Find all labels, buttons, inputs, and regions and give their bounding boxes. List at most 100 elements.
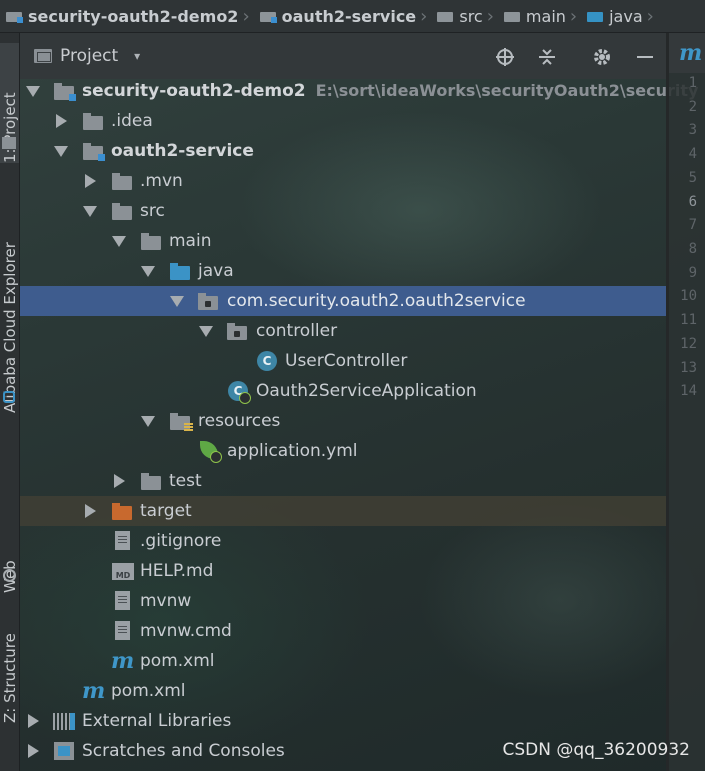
tree-item-main[interactable]: main: [20, 226, 666, 256]
spring-boot-class-icon: C: [228, 381, 251, 404]
maven-icon: m: [82, 678, 106, 704]
chevron-right-icon: ›: [569, 5, 578, 27]
tree-item-oauth2-service[interactable]: oauth2-service: [20, 136, 666, 166]
line-number: 8: [688, 241, 697, 257]
editor-gutter: [669, 33, 705, 771]
collapse-arrow-icon[interactable]: [85, 504, 96, 518]
expand-arrow-icon[interactable]: [199, 326, 213, 337]
spring-config-icon: [200, 441, 222, 463]
tree-item-src[interactable]: src: [20, 196, 666, 226]
chevron-right-icon: ›: [486, 5, 494, 27]
editor-tab-pom[interactable]: m: [669, 33, 705, 73]
alibaba-cloud-icon: [3, 391, 15, 403]
chevron-right-icon: ›: [646, 5, 654, 27]
folder-icon: [112, 173, 132, 190]
markdown-file-icon: MD: [112, 563, 134, 580]
tree-item-application-yml[interactable]: application.yml: [20, 436, 666, 466]
line-number: 7: [688, 217, 697, 233]
tree-item-help-md[interactable]: MD HELP.md: [20, 556, 666, 586]
collapse-arrow-icon[interactable]: [28, 714, 39, 728]
module-folder-icon: [259, 10, 277, 23]
line-number: 2: [688, 99, 697, 115]
folder-icon: [112, 203, 132, 220]
collapse-arrow-icon[interactable]: [85, 174, 96, 188]
module-folder-icon: [54, 83, 76, 101]
expand-arrow-icon[interactable]: [141, 416, 155, 427]
breadcrumb-item-module[interactable]: oauth2-service: [254, 7, 416, 26]
expand-arrow-icon[interactable]: [170, 296, 184, 307]
package-icon: [227, 323, 247, 340]
maven-icon: m: [111, 648, 135, 674]
source-folder-icon: [587, 10, 604, 22]
tool-window-strip: 1: Project Alibaba Cloud Explorer Web Z:…: [0, 33, 20, 771]
tree-item-resources[interactable]: resources: [20, 406, 666, 436]
tool-tab-alibaba-cloud[interactable]: Alibaba Cloud Explorer: [0, 191, 19, 413]
tree-item-controller[interactable]: controller: [20, 316, 666, 346]
scratches-icon: [54, 742, 74, 760]
collapse-arrow-icon[interactable]: [28, 744, 39, 758]
folder-icon: [83, 113, 103, 130]
text-file-icon: [115, 531, 130, 550]
project-view-title[interactable]: Project: [60, 46, 118, 66]
breadcrumb-item-src[interactable]: src: [431, 7, 483, 26]
package-icon: [198, 293, 218, 310]
text-file-icon: [115, 621, 130, 640]
folder-icon: [503, 10, 520, 22]
project-tree: security-oauth2-demo2 E:\sort\ideaWorks\s…: [20, 76, 698, 771]
project-path: E:\sort\ideaWorks\securityOauth2\securit…: [315, 81, 699, 100]
expand-arrow-icon[interactable]: [141, 266, 155, 277]
line-number: 9: [688, 265, 697, 281]
source-folder-icon: [170, 263, 190, 280]
tree-item-mvnw-cmd[interactable]: mvnw.cmd: [20, 616, 666, 646]
line-number: 1: [688, 75, 697, 91]
class-icon: C: [257, 351, 277, 371]
tree-item-test[interactable]: test: [20, 466, 666, 496]
line-number: 4: [688, 146, 697, 162]
tree-item-gitignore[interactable]: .gitignore: [20, 526, 666, 556]
collapse-all-icon[interactable]: [536, 47, 558, 67]
line-number: 13: [680, 360, 697, 376]
collapse-arrow-icon[interactable]: [114, 474, 125, 488]
resources-folder-icon: [170, 413, 193, 432]
tree-item-mvn[interactable]: .mvn: [20, 166, 666, 196]
minimize-icon[interactable]: [634, 47, 656, 67]
tree-item-java[interactable]: java: [20, 256, 666, 286]
line-number: 3: [688, 122, 697, 138]
tree-item-root-pom[interactable]: m pom.xml: [20, 676, 666, 706]
folder-icon: [141, 473, 161, 490]
line-number: 5: [688, 170, 697, 186]
csdn-watermark: CSDN @qq_36200932: [502, 740, 690, 760]
tool-tab-web[interactable]: Web: [0, 521, 19, 593]
expand-arrow-icon[interactable]: [112, 236, 126, 247]
text-file-icon: [115, 591, 130, 610]
breadcrumb-item-project[interactable]: security-oauth2-demo2: [0, 7, 238, 26]
tree-item-target[interactable]: target: [20, 496, 666, 526]
globe-icon: [3, 569, 16, 582]
module-folder-icon: [83, 143, 105, 161]
collapse-arrow-icon[interactable]: [56, 114, 67, 128]
tree-item-external-libraries[interactable]: External Libraries: [20, 706, 666, 736]
line-number: 10: [680, 288, 697, 304]
tree-item-oauth2-service-application[interactable]: C Oauth2ServiceApplication: [20, 376, 666, 406]
gear-icon[interactable]: [591, 47, 613, 67]
expand-arrow-icon[interactable]: [26, 86, 40, 97]
tool-tab-structure[interactable]: Z: Structure: [0, 613, 19, 723]
breadcrumb: security-oauth2-demo2 › oauth2-service ›…: [0, 0, 705, 33]
breadcrumb-item-java[interactable]: java: [581, 7, 643, 26]
expand-arrow-icon[interactable]: [54, 146, 68, 157]
tree-item-module-pom[interactable]: m pom.xml: [20, 646, 666, 676]
maven-icon: m: [679, 40, 703, 66]
tree-item-mvnw[interactable]: mvnw: [20, 586, 666, 616]
breadcrumb-item-main[interactable]: main: [498, 7, 566, 26]
chevron-right-icon: ›: [242, 5, 250, 27]
line-number: 11: [680, 312, 697, 328]
tree-item-idea[interactable]: .idea: [20, 106, 666, 136]
tree-item-user-controller[interactable]: C UserController: [20, 346, 666, 376]
tree-item-root-project[interactable]: security-oauth2-demo2 E:\sort\ideaWorks\s…: [20, 76, 698, 106]
chevron-down-icon[interactable]: ▾: [134, 49, 140, 63]
expand-arrow-icon[interactable]: [83, 206, 97, 217]
project-panel-header: Project ▾: [20, 33, 666, 79]
folder-icon: [660, 10, 670, 22]
tree-item-package[interactable]: com.security.oauth2.oauth2service: [20, 286, 666, 316]
locate-icon[interactable]: [494, 47, 516, 67]
